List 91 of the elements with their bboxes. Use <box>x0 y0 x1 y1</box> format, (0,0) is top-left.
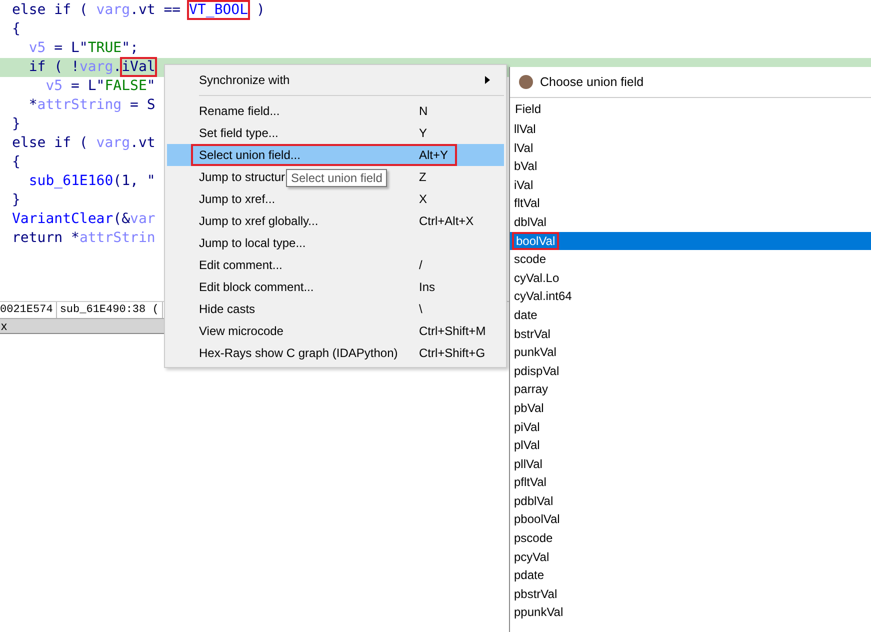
list-item[interactable]: pbstrVal <box>510 584 871 604</box>
code-token: varg <box>96 135 130 151</box>
code-token: .vt <box>130 135 156 151</box>
code-token: { <box>12 21 20 37</box>
code-token: TRUE <box>88 40 122 56</box>
code-token: { <box>12 154 20 170</box>
list-item[interactable]: pllVal <box>510 454 871 474</box>
list-item[interactable]: llVal <box>510 120 871 139</box>
code-token: attrStrin <box>79 230 156 246</box>
shortcut-text: Ctrl+Shift+G <box>419 345 486 362</box>
dialog-title: Choose union field <box>540 75 644 89</box>
tab-close[interactable]: x <box>0 319 7 333</box>
code-token: sub_61E160 <box>28 173 114 189</box>
code-token: v5 <box>28 40 46 56</box>
list-item[interactable]: plVal <box>510 436 871 455</box>
list-item[interactable]: cyVal.Lo <box>510 268 871 288</box>
list-item[interactable]: bVal <box>510 157 871 176</box>
submenu-arrow-icon <box>485 76 490 84</box>
code-token: = S <box>129 97 156 113</box>
code-token: attrString <box>37 97 122 113</box>
menu-item[interactable]: Jump to structur <box>199 170 286 184</box>
code-token: else if ( <box>12 135 89 151</box>
code-token: = L" <box>53 40 88 56</box>
menu-item[interactable]: Hide casts <box>199 302 256 316</box>
list-item[interactable]: scode <box>510 250 871 269</box>
code-token: . <box>113 59 122 75</box>
code-token: * <box>28 97 38 113</box>
shortcut-text: \ <box>419 301 422 318</box>
code-token: var <box>130 211 156 227</box>
list-item[interactable]: punkVal <box>510 343 871 362</box>
list-item[interactable]: fltVal <box>510 194 871 213</box>
code-token: "; <box>122 40 138 56</box>
shortcut-text: N <box>419 103 428 120</box>
code-token: VariantClear <box>12 211 114 227</box>
list-item[interactable]: boolVal <box>510 232 871 250</box>
list-item[interactable]: pcyVal <box>510 548 871 566</box>
menu-item[interactable]: Rename field... <box>199 104 280 118</box>
code-token: if ( ! <box>28 59 80 75</box>
list-item[interactable]: parray <box>510 380 871 399</box>
code-token: varg <box>79 59 114 75</box>
code-token: (& <box>113 211 130 227</box>
list-item[interactable]: pbVal <box>510 398 871 418</box>
menu-item[interactable]: Jump to local type... <box>199 236 306 250</box>
code-token: = L" <box>70 78 105 94</box>
list-item[interactable]: pfltVal <box>510 473 871 492</box>
code-token: ) <box>255 2 265 18</box>
shortcut-text: Alt+Y <box>419 147 448 164</box>
list-item[interactable]: cyVal.int64 <box>510 287 871 306</box>
list-item[interactable]: date <box>510 306 871 325</box>
menu-item[interactable]: Edit block comment... <box>199 280 314 294</box>
list-item[interactable]: pdispVal <box>510 362 871 380</box>
list-item[interactable]: pboolVal <box>510 510 871 530</box>
list-item[interactable]: pdate <box>510 566 871 585</box>
shortcut-text: / <box>419 257 422 274</box>
code-token: } <box>12 116 20 132</box>
shortcut-text: Ctrl+Alt+X <box>419 213 474 230</box>
menu-item[interactable]: Jump to xref... <box>199 192 276 206</box>
menu-item[interactable]: Synchronize with <box>199 73 290 87</box>
avatar-icon <box>518 74 534 90</box>
menu-item[interactable]: Set field type... <box>199 126 278 140</box>
code-token: FALSE <box>104 78 147 94</box>
list-item[interactable]: pdblVal <box>510 492 871 510</box>
list-item[interactable]: iVal <box>510 176 871 194</box>
shortcut-text: Ctrl+Shift+M <box>419 323 486 340</box>
column-header: Field <box>514 101 542 118</box>
code-token: iVal <box>122 59 156 75</box>
shortcut-text: Ins <box>419 279 436 296</box>
list-item[interactable]: dblVal <box>510 212 871 232</box>
menu-item[interactable]: View microcode <box>199 324 284 338</box>
menu-item[interactable]: Edit comment... <box>199 258 282 272</box>
code-token: } <box>12 192 20 208</box>
list-item[interactable]: bstrVal <box>510 324 871 344</box>
tooltip: Select union field <box>286 169 388 187</box>
code-token: v5 <box>44 78 63 94</box>
shortcut-text: X <box>419 191 428 208</box>
list-item[interactable]: ppunkVal <box>510 603 871 622</box>
code-token: .vt == <box>130 2 182 18</box>
list-item[interactable]: piVal <box>510 418 871 436</box>
code-token: else if ( <box>12 2 89 18</box>
shortcut-text: Y <box>419 125 428 142</box>
code-token: " <box>146 78 156 94</box>
code-token: return * <box>12 230 80 246</box>
menu-item[interactable]: Jump to xref globally... <box>199 214 318 228</box>
code-token: VT_BOOL <box>189 2 248 18</box>
shortcut-text: Z <box>419 169 426 186</box>
code-token: (1, " <box>113 173 156 189</box>
menu-item[interactable]: Select union field... <box>199 148 300 162</box>
code-token: varg <box>96 2 130 18</box>
list-item[interactable]: lVal <box>510 138 871 158</box>
list-item[interactable]: pscode <box>510 529 871 548</box>
menu-item[interactable]: Hex-Rays show C graph (IDAPython) <box>199 346 398 360</box>
